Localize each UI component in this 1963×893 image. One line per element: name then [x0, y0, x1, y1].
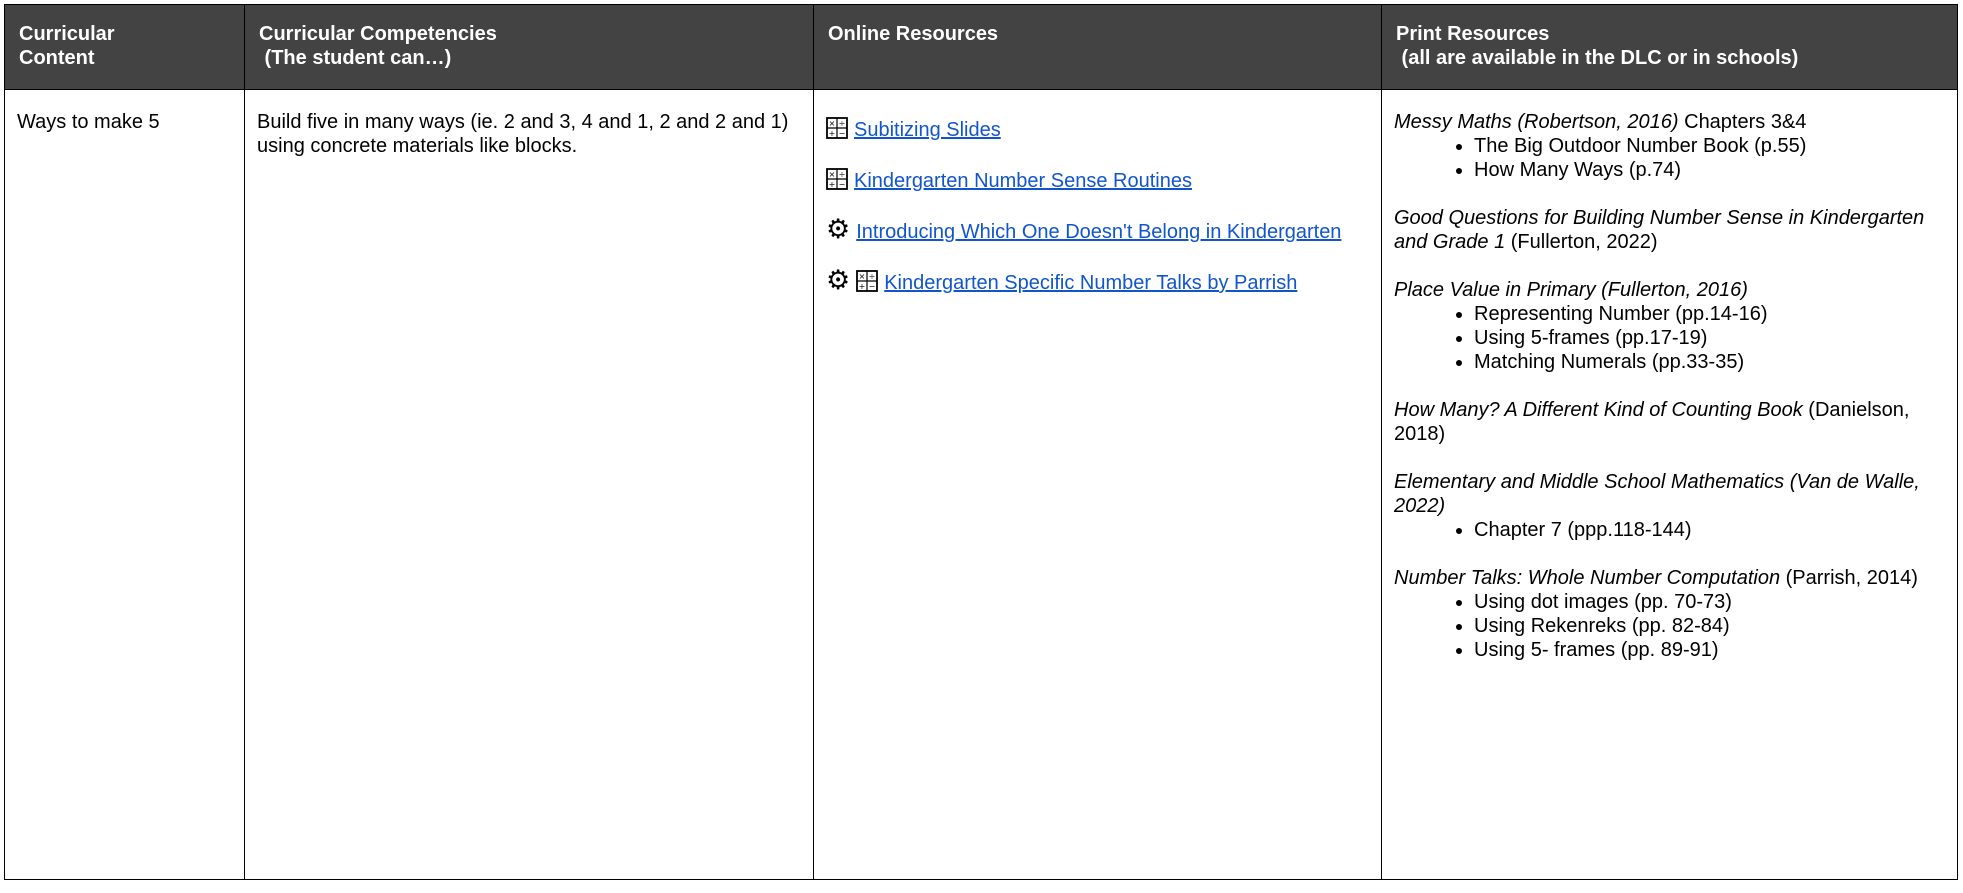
svg-text:+: +: [859, 282, 866, 291]
svg-text:÷: ÷: [839, 170, 846, 179]
print-resource-title: Messy Maths (Robertson, 2016) Chapters 3…: [1394, 111, 1807, 133]
svg-text:−: −: [839, 129, 846, 138]
header-print-resources: Print Resources (all are available in th…: [1381, 4, 1958, 90]
header-curricular-competencies: Curricular Competencies (The student can…: [244, 4, 814, 90]
header-row: Curricular Content Curricular Competenci…: [4, 4, 1958, 90]
math-symbols-icon: × ÷ + −: [826, 117, 854, 141]
list-item: How Many Ways (p.74): [1474, 158, 1947, 182]
list-item: Matching Numerals (pp.33-35): [1474, 350, 1947, 374]
print-resource-block: Good Questions for Building Number Sense…: [1394, 206, 1947, 254]
print-resource-title: Elementary and Middle School Mathematics…: [1394, 471, 1920, 517]
print-resource-list: The Big Outdoor Number Book (p.55)How Ma…: [1394, 134, 1947, 182]
math-symbols-icon: × ÷ + −: [826, 168, 854, 192]
svg-text:×: ×: [859, 272, 866, 281]
print-resources-cell: Messy Maths (Robertson, 2016) Chapters 3…: [1381, 89, 1958, 880]
print-resource-block: Number Talks: Whole Number Computation (…: [1394, 566, 1947, 662]
gear-icon: ⚙: [826, 265, 851, 295]
header-online-resources: Online Resources: [813, 4, 1382, 90]
svg-text:+: +: [829, 180, 836, 189]
print-resource-block: Place Value in Primary (Fullerton, 2016)…: [1394, 278, 1947, 374]
svg-text:−: −: [869, 282, 876, 291]
svg-text:÷: ÷: [839, 119, 846, 128]
online-resource-item: ⚙ × ÷ + − Kindergarten Specific Number Talks …: [826, 267, 1371, 295]
print-resource-title: How Many? A Different Kind of Counting B…: [1394, 399, 1910, 445]
svg-text:×: ×: [829, 170, 836, 179]
math-symbols-icon: × ÷ + −: [856, 270, 884, 294]
table-row: Ways to make 5 Build five in many ways (…: [4, 89, 1958, 880]
online-resource-item: × ÷ + − Kindergarten Number Sense Routines: [826, 168, 1371, 193]
resource-link[interactable]: Kindergarten Specific Number Talks by Pa…: [884, 272, 1297, 294]
resource-link[interactable]: Subitizing Slides: [854, 119, 1001, 141]
list-item: Using Rekenreks (pp. 82-84): [1474, 614, 1947, 638]
print-resource-list: Chapter 7 (ppp.118-144): [1394, 518, 1947, 542]
print-resource-list: Representing Number (pp.14-16)Using 5-fr…: [1394, 302, 1947, 374]
print-resource-list: Using dot images (pp. 70-73)Using Rekenr…: [1394, 590, 1947, 662]
online-resource-item: ⚙ Introducing Which One Doesn't Belong in…: [826, 216, 1371, 244]
resource-table: Curricular Content Curricular Competenci…: [4, 4, 1958, 880]
list-item: Chapter 7 (ppp.118-144): [1474, 518, 1947, 542]
list-item: The Big Outdoor Number Book (p.55): [1474, 134, 1947, 158]
print-resource-block: How Many? A Different Kind of Counting B…: [1394, 398, 1947, 446]
resource-link[interactable]: Kindergarten Number Sense Routines: [854, 170, 1192, 192]
svg-text:+: +: [829, 129, 836, 138]
print-resource-title: Good Questions for Building Number Sense…: [1394, 207, 1925, 253]
print-resource-title: Place Value in Primary (Fullerton, 2016): [1394, 279, 1748, 301]
curricular-content-cell: Ways to make 5: [4, 89, 245, 880]
svg-text:×: ×: [829, 119, 836, 128]
curricular-competency-cell: Build five in many ways (ie. 2 and 3, 4 …: [244, 89, 814, 880]
svg-text:÷: ÷: [869, 272, 876, 281]
print-resource-block: Elementary and Middle School Mathematics…: [1394, 470, 1947, 542]
svg-text:−: −: [839, 180, 846, 189]
online-resource-item: × ÷ + − Subitizing Slides: [826, 117, 1371, 142]
header-curricular-content: Curricular Content: [4, 4, 245, 90]
list-item: Using 5-frames (pp.17-19): [1474, 326, 1947, 350]
resource-link[interactable]: Introducing Which One Doesn't Belong in …: [856, 221, 1341, 243]
gear-icon: ⚙: [826, 214, 851, 244]
list-item: Using 5- frames (pp. 89-91): [1474, 638, 1947, 662]
list-item: Using dot images (pp. 70-73): [1474, 590, 1947, 614]
online-resources-cell: × ÷ + − Subitizing Slides × ÷ + − Kindergarten Nu…: [813, 89, 1382, 880]
print-resource-block: Messy Maths (Robertson, 2016) Chapters 3…: [1394, 110, 1947, 182]
print-resource-title: Number Talks: Whole Number Computation (…: [1394, 567, 1918, 589]
list-item: Representing Number (pp.14-16): [1474, 302, 1947, 326]
